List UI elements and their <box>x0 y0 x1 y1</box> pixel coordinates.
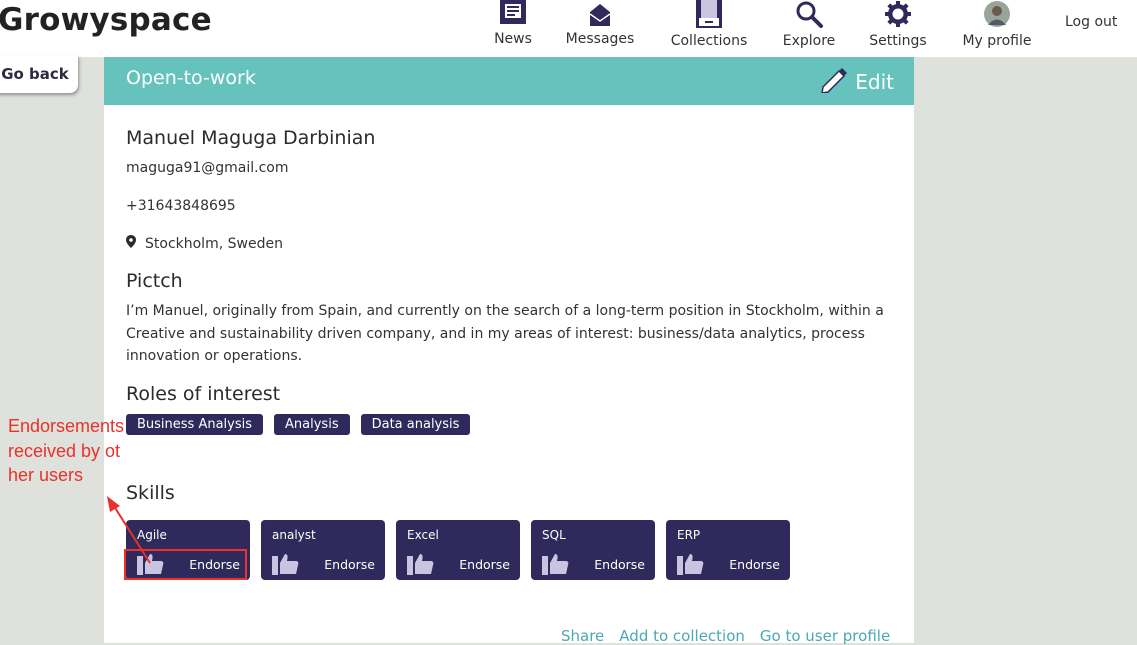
card-footer-links: Share Add to collection Go to user profi… <box>561 627 890 645</box>
newspaper-icon <box>499 0 527 28</box>
skill-name: Agile <box>137 528 167 542</box>
nav-my-profile-label: My profile <box>962 33 1032 49</box>
nav-messages-label: Messages <box>565 31 635 47</box>
nav-messages[interactable]: Messages <box>562 0 638 57</box>
nav-news-label: News <box>494 31 532 47</box>
roles-list: Business Analysis Analysis Data analysis <box>126 414 471 435</box>
pitch-heading: Pictch <box>126 270 183 292</box>
skill-card: Excel Endorse <box>396 520 520 580</box>
skill-card: SQL Endorse <box>531 520 655 580</box>
role-tag: Business Analysis <box>126 414 264 435</box>
go-back-button[interactable]: Go back <box>0 55 78 93</box>
skills-heading: Skills <box>126 482 175 504</box>
pencil-icon <box>819 65 849 98</box>
thumbs-up-icon <box>677 554 704 575</box>
endorse-button[interactable]: Endorse <box>729 557 780 572</box>
role-tag: Data analysis <box>360 414 471 435</box>
skill-name: Excel <box>407 528 439 542</box>
top-nav-bar: Growyspace News Messages Collections Exp… <box>0 0 1137 57</box>
share-link[interactable]: Share <box>561 627 604 645</box>
endorse-button[interactable]: Endorse <box>324 557 375 572</box>
candidate-name: Manuel Maguga Darbinian <box>126 127 376 149</box>
nav-collections-label: Collections <box>670 33 748 49</box>
thumbs-up-icon <box>272 554 299 575</box>
avatar <box>983 0 1011 28</box>
skill-card: analyst Endorse <box>261 520 385 580</box>
roles-heading: Roles of interest <box>126 383 281 405</box>
thumbs-up-icon <box>407 554 434 575</box>
nav-news[interactable]: News <box>491 0 535 57</box>
nav-explore-label: Explore <box>782 33 836 49</box>
phone-text: +31643848695 <box>126 198 236 214</box>
map-pin-icon <box>126 235 136 252</box>
gear-icon <box>884 0 912 28</box>
endorse-button[interactable]: Endorse <box>459 557 510 572</box>
edit-button[interactable]: Edit <box>819 65 894 98</box>
email-text: maguga91@gmail.com <box>126 160 289 176</box>
file-cabinet-icon <box>694 0 724 28</box>
search-icon <box>794 0 824 28</box>
card-header: Open-to-work Edit <box>104 57 914 105</box>
card-title: Open-to-work <box>126 67 256 89</box>
skill-name: analyst <box>272 528 316 542</box>
brand-logo[interactable]: Growyspace <box>0 2 212 38</box>
edit-label: Edit <box>855 69 894 94</box>
skill-card: ERP Endorse <box>666 520 790 580</box>
thumbs-up-icon <box>542 554 569 575</box>
nav-my-profile[interactable]: My profile <box>956 0 1038 57</box>
pitch-text: I’m Manuel, originally from Spain, and c… <box>126 303 884 364</box>
nav-settings[interactable]: Settings <box>864 0 932 57</box>
skill-name: SQL <box>542 528 566 542</box>
go-to-user-profile-link[interactable]: Go to user profile <box>760 627 890 645</box>
nav-explore[interactable]: Explore <box>778 0 840 57</box>
envelope-icon <box>586 0 614 28</box>
location-row: Stockholm, Sweden <box>126 235 283 252</box>
location-text: Stockholm, Sweden <box>145 235 283 252</box>
role-tag: Analysis <box>274 414 350 435</box>
annotation-text: Endorsements received by other users <box>8 416 125 485</box>
skill-name: ERP <box>677 528 701 542</box>
annotation-highlight-box <box>124 549 247 580</box>
logout-link[interactable]: Log out <box>1065 14 1117 30</box>
add-to-collection-link[interactable]: Add to collection <box>619 627 745 645</box>
endorse-button[interactable]: Endorse <box>594 557 645 572</box>
nav-settings-label: Settings <box>869 33 927 49</box>
nav-collections[interactable]: Collections <box>666 0 752 57</box>
